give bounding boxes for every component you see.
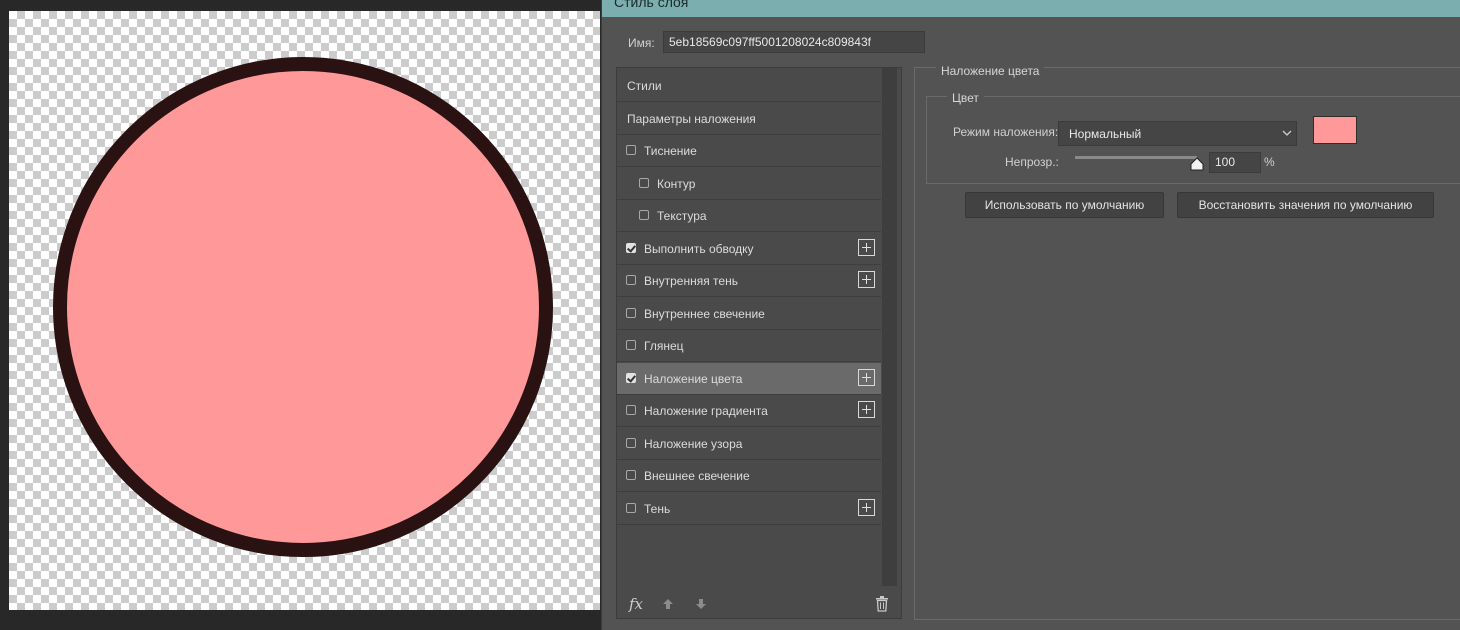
style-item-label: Наложение узора bbox=[644, 436, 743, 451]
style-item[interactable]: Внешнее свечение bbox=[617, 460, 881, 492]
style-item-label: Параметры наложения bbox=[627, 111, 756, 126]
style-item[interactable]: Глянец bbox=[617, 330, 881, 362]
opacity-unit: % bbox=[1264, 155, 1275, 169]
style-item-label: Внешнее свечение bbox=[644, 469, 750, 483]
style-item-label: Внутреннее свечение bbox=[644, 306, 765, 321]
styles-list-scrollbar[interactable] bbox=[882, 68, 897, 586]
style-item-label: Внутренняя тень bbox=[644, 274, 738, 288]
style-checkbox[interactable] bbox=[626, 502, 636, 513]
pink-circle-shape bbox=[53, 57, 553, 557]
add-instance-icon[interactable] bbox=[858, 238, 875, 256]
opacity-label: Непрозр.: bbox=[1005, 155, 1059, 169]
add-instance-icon[interactable] bbox=[858, 368, 875, 386]
fx-icon[interactable]: fx bbox=[629, 595, 643, 613]
blend-mode-label: Режим наложения: bbox=[953, 125, 1059, 139]
blend-mode-select[interactable]: Нормальный bbox=[1058, 121, 1297, 146]
style-item[interactable]: Параметры наложения bbox=[617, 103, 881, 135]
style-item[interactable]: Текстура bbox=[617, 200, 881, 232]
opacity-input[interactable]: 100 bbox=[1209, 152, 1261, 173]
style-item-label: Тень bbox=[644, 501, 671, 516]
style-checkbox[interactable] bbox=[639, 210, 649, 220]
style-checkbox[interactable] bbox=[626, 470, 636, 480]
style-item[interactable]: Внутренняя тень bbox=[617, 265, 881, 297]
trash-icon[interactable] bbox=[875, 596, 889, 612]
style-item-label: Наложение градиента bbox=[644, 404, 768, 418]
style-item[interactable]: Контур bbox=[617, 168, 881, 200]
layer-name-field[interactable]: 5eb18569c097ff5001208024c809843f bbox=[663, 31, 925, 53]
style-item[interactable]: Стили bbox=[617, 70, 881, 102]
style-checkbox[interactable] bbox=[626, 405, 636, 415]
style-checkbox[interactable] bbox=[626, 307, 636, 318]
section-title: Наложение цвета bbox=[936, 64, 1045, 78]
dialog-title: Стиль слоя bbox=[614, 0, 689, 10]
style-item-label: Тиснение bbox=[644, 144, 697, 158]
name-label: Имя: bbox=[628, 36, 655, 50]
style-item[interactable]: Выполнить обводку bbox=[617, 233, 881, 265]
style-item-label: Наложение цвета bbox=[644, 371, 743, 386]
move-down-icon[interactable] bbox=[695, 598, 707, 610]
make-default-button[interactable]: Использовать по умолчанию bbox=[965, 192, 1164, 218]
style-item-label: Глянец bbox=[644, 339, 684, 353]
dialog-title-bar[interactable]: Стиль слоя bbox=[602, 0, 1460, 17]
style-item[interactable]: Внутреннее свечение bbox=[617, 298, 881, 330]
style-checkbox[interactable] bbox=[626, 242, 636, 253]
style-item-label: Стили bbox=[627, 79, 662, 93]
document-canvas[interactable] bbox=[9, 11, 600, 610]
style-item-label: Текстура bbox=[657, 209, 707, 223]
opacity-slider-track[interactable] bbox=[1075, 156, 1197, 159]
blend-mode-value: Нормальный bbox=[1069, 127, 1142, 141]
style-checkbox[interactable] bbox=[626, 275, 636, 285]
group-title: Цвет bbox=[947, 91, 984, 105]
add-instance-icon[interactable] bbox=[858, 498, 875, 516]
opacity-slider-thumb[interactable] bbox=[1190, 157, 1204, 171]
add-instance-icon[interactable] bbox=[858, 401, 875, 418]
reset-to-default-button[interactable]: Восстановить значения по умолчанию bbox=[1177, 192, 1434, 218]
style-checkbox[interactable] bbox=[639, 177, 649, 188]
style-item[interactable]: Наложение цвета bbox=[617, 362, 881, 395]
style-checkbox[interactable] bbox=[626, 145, 636, 155]
style-item-label: Выполнить обводку bbox=[644, 241, 754, 256]
overlay-color-swatch[interactable] bbox=[1313, 116, 1357, 144]
style-item[interactable]: Тень bbox=[617, 493, 881, 525]
style-item[interactable]: Наложение узора bbox=[617, 428, 881, 460]
chevron-down-icon bbox=[1282, 130, 1292, 136]
move-up-icon[interactable] bbox=[662, 598, 674, 610]
color-overlay-options: Наложение цвета Цвет Режим наложения: Но… bbox=[914, 64, 1460, 620]
style-checkbox[interactable] bbox=[626, 340, 636, 350]
layer-style-dialog: Стиль слоя Имя: 5eb18569c097ff5001208024… bbox=[601, 0, 1460, 630]
style-item-label: Контур bbox=[657, 176, 696, 191]
style-checkbox[interactable] bbox=[626, 437, 636, 448]
styles-list-panel: Стили Параметры наложения Тиснение Контур Те… bbox=[616, 67, 902, 619]
style-item[interactable]: Наложение градиента bbox=[617, 395, 881, 427]
style-item[interactable]: Тиснение bbox=[617, 135, 881, 167]
add-instance-icon[interactable] bbox=[858, 271, 875, 288]
style-checkbox[interactable] bbox=[626, 372, 636, 383]
